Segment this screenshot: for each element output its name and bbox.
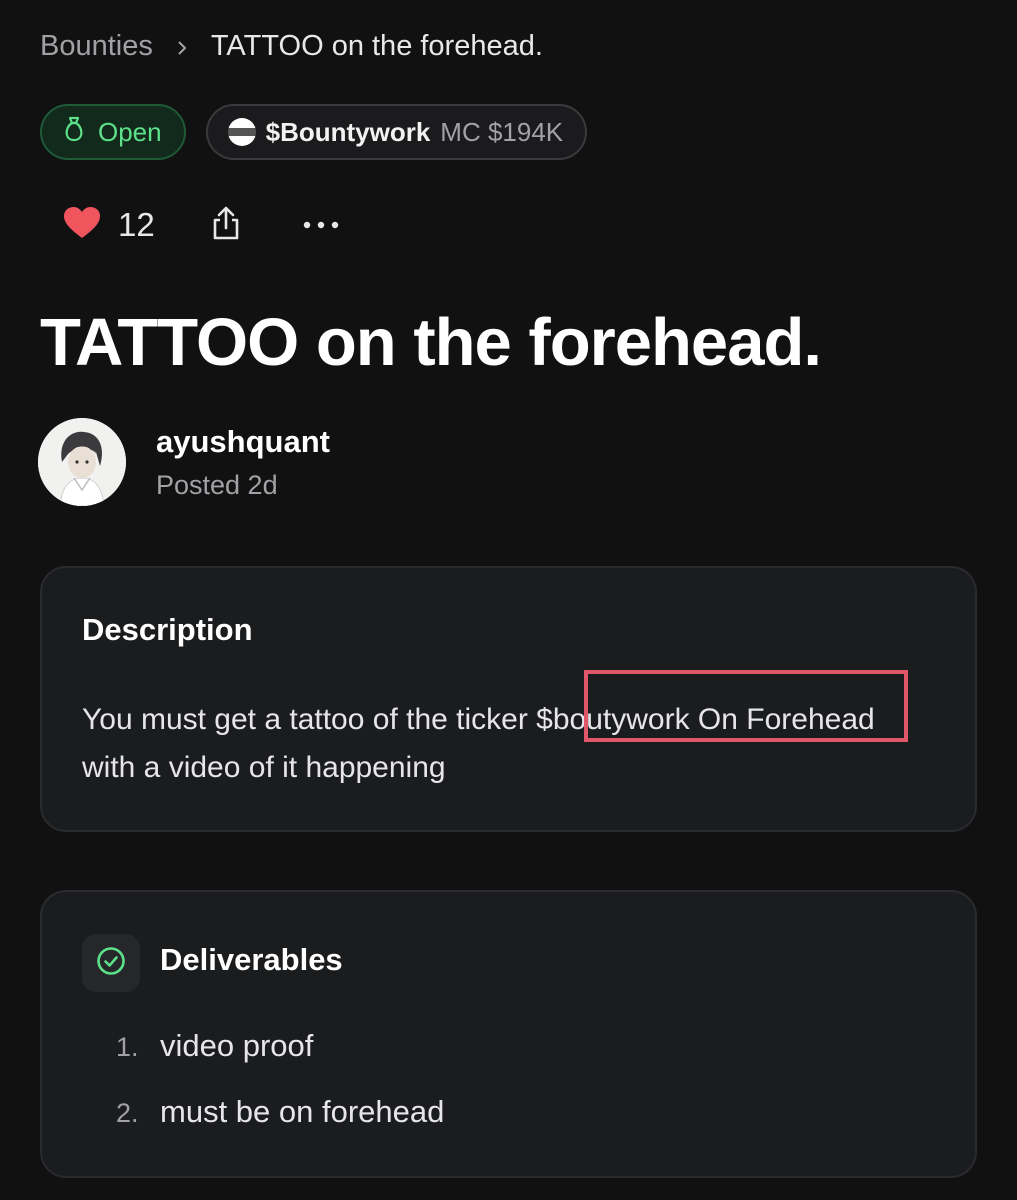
like-button[interactable]: 12 xyxy=(64,206,155,244)
deliverables-list: 1. video proof 2. must be on forehead xyxy=(116,1028,444,1160)
list-item: 1. video proof xyxy=(116,1028,444,1094)
more-dots-icon xyxy=(303,216,339,234)
more-options-button[interactable] xyxy=(303,216,339,234)
posted-time: Posted 2d xyxy=(156,469,278,500)
share-button[interactable] xyxy=(211,206,241,245)
author-name[interactable]: ayushquant xyxy=(156,424,330,460)
status-badge: Open xyxy=(40,104,186,160)
highlight-annotation-box xyxy=(584,670,908,742)
avatar[interactable] xyxy=(38,418,126,506)
description-card: Description You must get a tattoo of the… xyxy=(40,566,977,832)
breadcrumb: Bounties TATTOO on the forehead. xyxy=(40,26,543,66)
token-pill[interactable]: $Bountywork MC $194K xyxy=(205,104,588,160)
deliverables-icon-badge xyxy=(82,934,140,992)
author-block: ayushquant Posted 2d xyxy=(38,418,330,506)
like-count: 12 xyxy=(118,206,155,243)
share-icon xyxy=(211,206,241,245)
token-logo-icon xyxy=(227,118,256,146)
page-title: TATTOO on the forehead. xyxy=(40,305,822,380)
status-label: Open xyxy=(98,116,162,147)
deliverables-heading: Deliverables xyxy=(160,942,343,977)
breadcrumb-current: TATTOO on the forehead. xyxy=(210,29,543,62)
list-item-number: 2. xyxy=(116,1098,139,1128)
action-bar: 12 xyxy=(64,200,339,250)
list-item-text: must be on forehead xyxy=(160,1094,445,1129)
list-item-text: video proof xyxy=(160,1028,314,1063)
money-bag-icon xyxy=(62,116,86,149)
list-item-number: 1. xyxy=(116,1032,139,1062)
breadcrumb-bounties-link[interactable]: Bounties xyxy=(40,30,153,63)
check-circle-icon xyxy=(96,946,126,981)
token-ticker: $Bountywork xyxy=(265,116,431,147)
status-row: Open $Bountywork MC $194K xyxy=(40,104,588,160)
token-market-cap: MC $194K xyxy=(440,116,564,147)
heart-icon xyxy=(64,206,100,244)
chevron-right-icon xyxy=(175,30,189,63)
list-item: 2. must be on forehead xyxy=(116,1094,444,1160)
description-heading: Description xyxy=(82,612,253,647)
deliverables-card: Deliverables 1. video proof 2. must be o… xyxy=(40,890,977,1178)
